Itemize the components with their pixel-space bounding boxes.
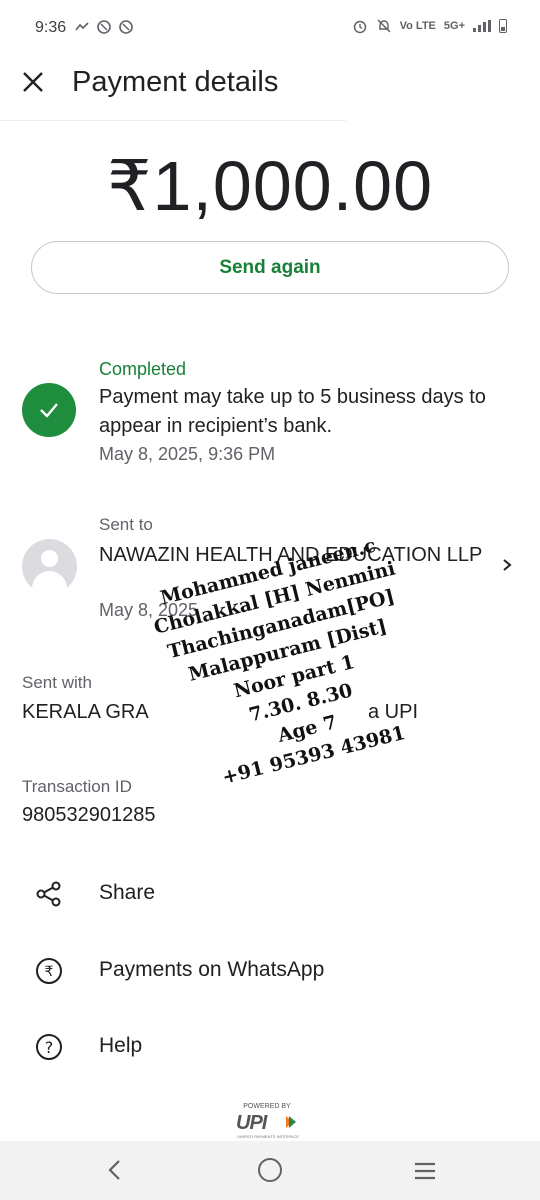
upi-arrow-icon: [286, 1116, 296, 1128]
share-label: Share: [99, 881, 156, 904]
rupee-circle-icon: ₹: [34, 956, 64, 986]
header-divider: [0, 120, 346, 121]
sent-with-bank: KERALA GRA: [22, 701, 149, 723]
transaction-id-label: Transaction ID: [22, 777, 132, 796]
status-time: 9:36: [35, 19, 67, 36]
close-button[interactable]: [20, 69, 46, 95]
volte-label: Vo LTE: [399, 20, 436, 32]
status-bar: 9:36 Vo LTE 5G+: [0, 0, 540, 56]
upi-logo: POWERED BY UPI UNIFIED PAYMENTS INTERFAC…: [232, 1103, 312, 1139]
status-date: May 8, 2025, 9:36 PM: [99, 444, 276, 464]
sent-to-label: Sent to: [99, 515, 153, 534]
help-action[interactable]: ? Help: [0, 1019, 540, 1075]
payments-on-whatsapp-label: Payments on WhatsApp: [99, 958, 325, 981]
system-nav-bar: [0, 1141, 540, 1200]
status-right-cluster: Vo LTE 5G+: [352, 18, 507, 34]
recents-icon[interactable]: [413, 1161, 437, 1181]
svg-text:?: ?: [45, 1038, 54, 1057]
payments-on-whatsapp-action[interactable]: ₹ Payments on WhatsApp: [0, 943, 540, 999]
back-icon[interactable]: [103, 1158, 127, 1182]
upi-subtext: UNIFIED PAYMENTS INTERFACE: [236, 1134, 300, 1139]
battery-icon: [499, 19, 507, 33]
network-label: 5G+: [443, 20, 465, 32]
missed-call-icon: [75, 20, 133, 34]
help-icon: ?: [34, 1032, 64, 1062]
share-icon: [34, 879, 64, 909]
avatar: [22, 539, 77, 594]
sent-with-label: Sent with: [22, 673, 92, 692]
upi-logo-text: UPI: [236, 1112, 267, 1134]
page-title: Payment details: [72, 66, 279, 98]
chevron-right-icon[interactable]: [500, 557, 514, 573]
completed-check-icon: [22, 383, 76, 437]
home-icon[interactable]: [258, 1158, 282, 1182]
status-description: Payment may take up to 5 business days t…: [99, 386, 486, 437]
powered-by-text: POWERED BY: [243, 1103, 291, 1110]
status-label: Completed: [99, 359, 187, 379]
close-icon: [23, 72, 43, 92]
signal-icon: [473, 20, 491, 32]
payment-amount: ₹1,000.00: [106, 147, 434, 225]
transaction-id-value: 980532901285: [22, 804, 156, 826]
help-label: Help: [99, 1034, 143, 1057]
svg-text:₹: ₹: [45, 964, 54, 980]
send-again-button[interactable]: Send again: [31, 241, 509, 294]
alarm-icon: [353, 20, 366, 34]
handwritten-note-overlay: Mohammed janeen.c Cholakkal [H] Nenmini …: [119, 523, 480, 877]
mute-icon: [377, 19, 391, 33]
share-action[interactable]: Share: [0, 866, 540, 922]
notification-icons: [74, 19, 134, 38]
